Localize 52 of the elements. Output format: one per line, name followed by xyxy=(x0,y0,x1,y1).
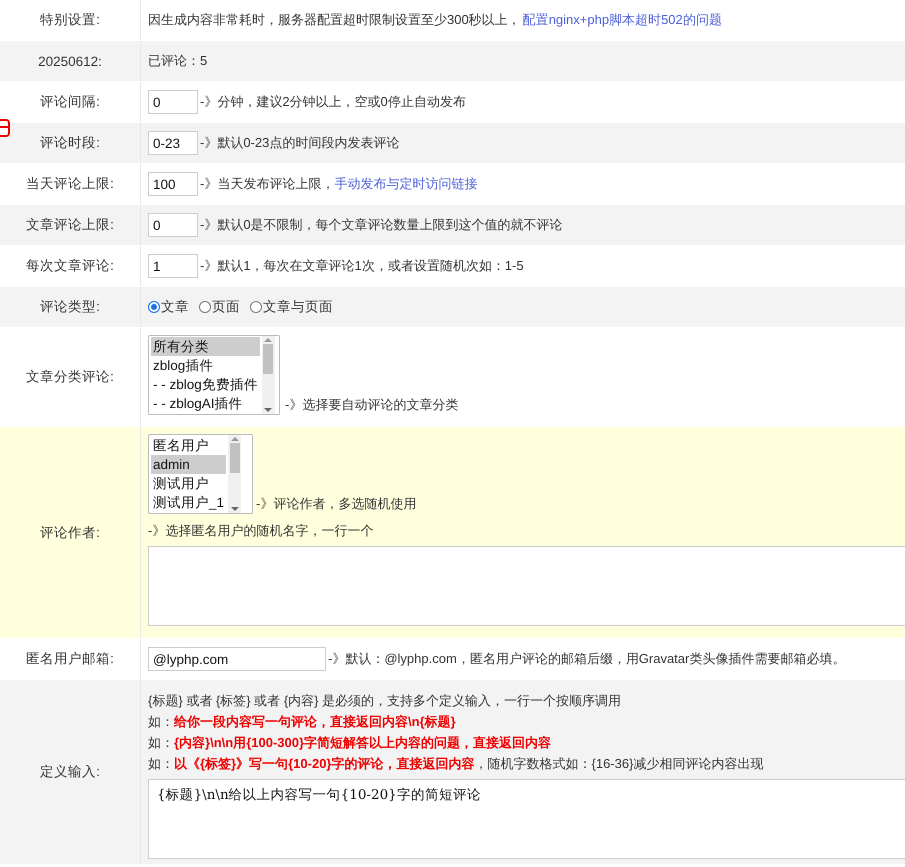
note-text: 已评论：5 xyxy=(148,52,208,70)
field-label: 文章评论上限: xyxy=(26,216,114,234)
field-label: 文章分类评论: xyxy=(26,368,114,386)
field-label: 特别设置: xyxy=(40,11,100,29)
list-option[interactable]: 匿名用户 xyxy=(151,436,226,455)
field-label: 评论作者: xyxy=(40,524,100,542)
input-field[interactable]: @lyphp.com xyxy=(148,647,326,671)
list-option[interactable]: admin xyxy=(151,455,226,474)
input-field[interactable]: 100 xyxy=(148,172,198,196)
help-link[interactable]: 配置nginx+php脚本超时502的问题 xyxy=(522,11,722,29)
note-text: 因生成内容非常耗时，服务器配置超时限制设置至少300秒以上， xyxy=(148,11,521,29)
list-option[interactable]: - - zblogAI插件 xyxy=(151,394,260,413)
input-field[interactable]: 0 xyxy=(148,213,198,237)
field-label: 评论间隔: xyxy=(40,93,100,111)
list-option[interactable]: 所有分类 xyxy=(151,337,260,356)
scrollbar[interactable] xyxy=(228,435,242,513)
field-label: 每次文章评论: xyxy=(26,257,114,275)
radio-option[interactable]: 文章与页面 xyxy=(250,298,333,316)
text-area[interactable] xyxy=(148,546,905,626)
help-link[interactable]: 手动发布与定时访问链接 xyxy=(334,175,478,193)
hint-text: 如：以《{标签}》写一句{10-20}字的评论，直接返回内容，随机字数格式如：{16-36}减少相同评论内容出现 xyxy=(148,755,764,773)
field-label: 当天评论上限: xyxy=(26,175,114,193)
hint-text: -》当天发布评论上限， xyxy=(200,175,334,193)
hint-text: 如：给你一段内容写一句评论，直接返回内容\n{标题} xyxy=(148,713,456,731)
field-label: 匿名用户邮箱: xyxy=(26,650,114,668)
hint-text: -》默认：@lyphp.com，匿名用户评论的邮箱后缀，用Gravatar类头像插件需要邮箱必填。 xyxy=(328,650,846,668)
list-box[interactable]: 所有分类 zblog插件 - - zblog免费插件 - - zblogAI插件 xyxy=(148,335,280,415)
field-label: 评论时段: xyxy=(40,134,100,152)
list-option[interactable]: 测试用户 xyxy=(151,474,226,493)
list-option[interactable]: 测试用户_1 xyxy=(151,493,226,512)
hint-text: -》默认0是不限制，每个文章评论数量上限到这个值的就不评论 xyxy=(200,216,563,234)
hint-text: 如：{内容}\n\n用{100-300}字简短解答以上内容的问题，直接返回内容 xyxy=(148,734,552,752)
radio-option[interactable]: 页面 xyxy=(199,298,240,316)
hint-text: -》选择要自动评论的文章分类 xyxy=(285,396,458,414)
list-option[interactable]: zblog插件 xyxy=(151,356,260,375)
list-option[interactable]: - - zblog免费插件 xyxy=(151,375,260,394)
list-box[interactable]: 匿名用户 admin 测试用户 测试用户_1 xyxy=(148,434,253,514)
input-field[interactable]: 0-23 xyxy=(148,131,198,155)
input-field[interactable]: 1 xyxy=(148,254,198,278)
field-label: 20250612: xyxy=(38,54,102,68)
hint-text: -》评论作者，多选随机使用 xyxy=(256,495,416,513)
scrollbar[interactable] xyxy=(262,336,275,414)
hint-text: {标题} 或者 {标签} 或者 {内容} 是必须的，支持多个定义输入，一行一个按顺序调用 xyxy=(148,692,622,710)
hint-text: -》分钟，建议2分钟以上，空或0停止自动发布 xyxy=(200,93,466,111)
field-label: 评论类型: xyxy=(40,298,100,316)
hint-text: -》默认0-23点的时间段内发表评论 xyxy=(200,134,400,152)
hint-text: -》默认1，每次在文章评论1次，或者设置随机次如：1-5 xyxy=(200,257,524,275)
radio-option[interactable]: 文章 xyxy=(148,298,189,316)
text-area[interactable]: {标题}\n\n给以上内容写一句{10-20}字的简短评论 xyxy=(148,779,905,859)
input-field[interactable]: 0 xyxy=(148,90,198,114)
hint-text: -》选择匿名用户的随机名字，一行一个 xyxy=(148,522,374,540)
field-label: 定义输入: xyxy=(40,763,100,781)
